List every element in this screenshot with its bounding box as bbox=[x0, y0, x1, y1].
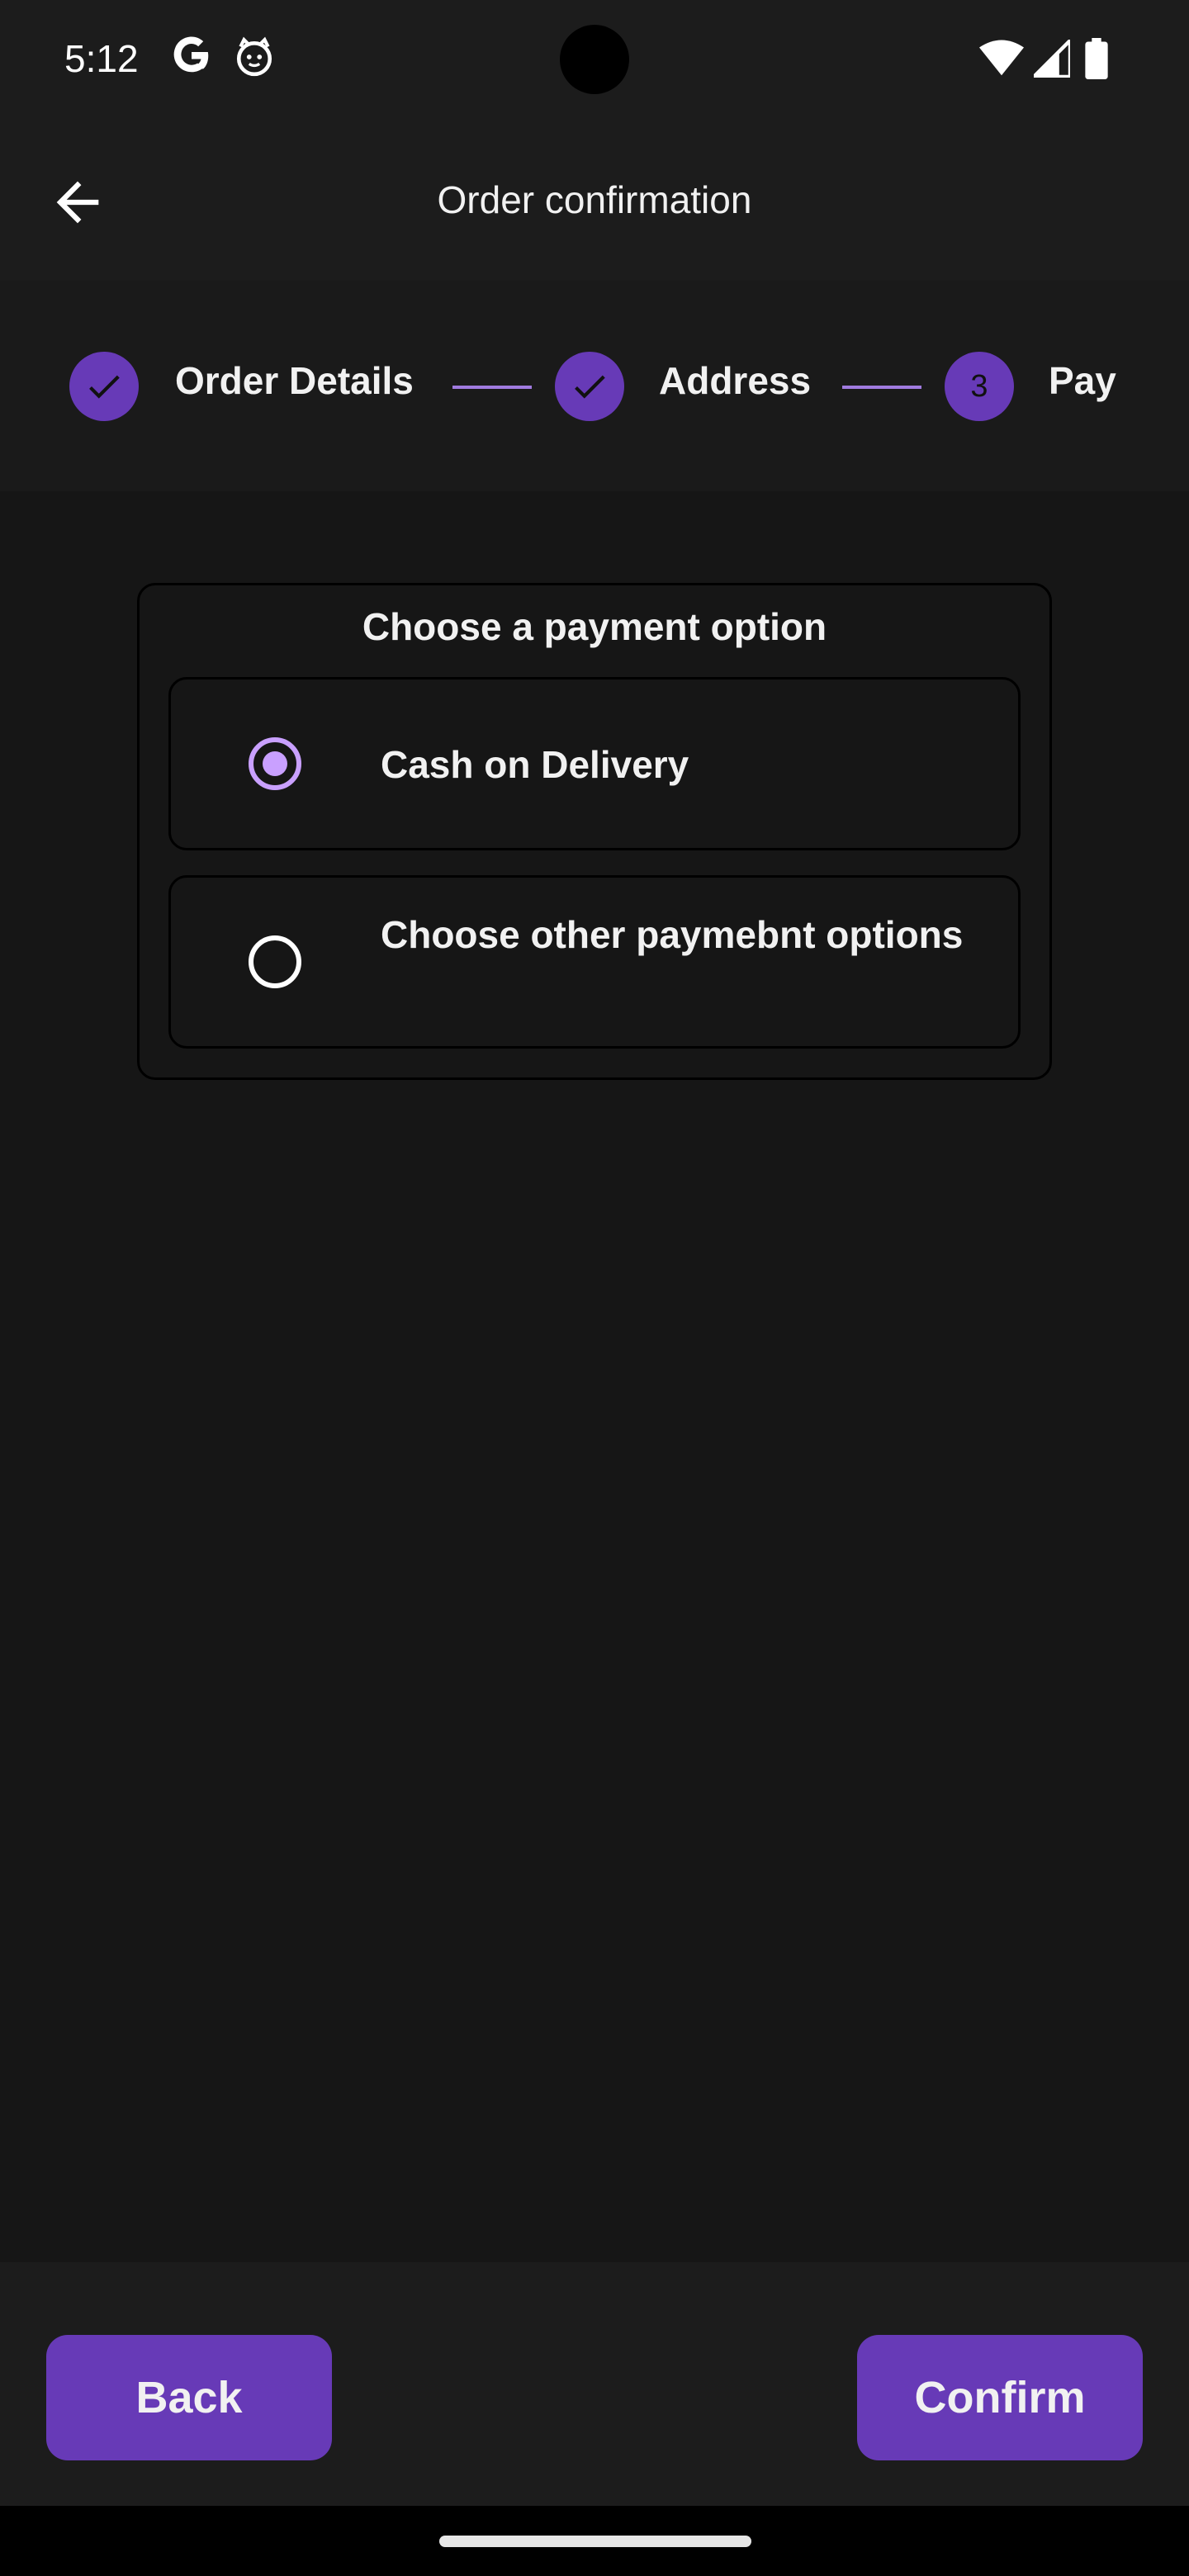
step-address-indicator bbox=[555, 352, 624, 421]
payment-option-label: Choose other paymebnt options bbox=[381, 913, 964, 956]
step-connector bbox=[842, 386, 921, 389]
app-bar: Order confirmation bbox=[0, 120, 1189, 281]
back-button[interactable]: Back bbox=[46, 2335, 332, 2460]
step-pay-label: Pay bbox=[1049, 359, 1116, 402]
front-camera-cutout bbox=[560, 25, 629, 94]
step-number: 3 bbox=[970, 368, 988, 404]
home-indicator[interactable] bbox=[439, 2536, 751, 2547]
cell-signal-icon bbox=[1034, 40, 1070, 78]
status-bar: 5:12 bbox=[0, 0, 1189, 120]
battery-icon bbox=[1085, 38, 1108, 79]
payment-option-other[interactable]: Choose other paymebnt options bbox=[168, 875, 1021, 1049]
google-g-icon bbox=[173, 36, 209, 73]
payment-option-label: Cash on Delivery bbox=[381, 743, 689, 786]
check-icon bbox=[575, 375, 605, 399]
confirm-button[interactable]: Confirm bbox=[857, 2335, 1143, 2460]
bottom-action-bar: Back Confirm bbox=[0, 2262, 1189, 2506]
check-icon bbox=[89, 375, 120, 399]
page-title: Order confirmation bbox=[437, 178, 752, 221]
system-navigation-area bbox=[0, 2506, 1189, 2576]
step-order-details-label: Order Details bbox=[175, 359, 414, 402]
radio-unselected-icon[interactable] bbox=[249, 935, 301, 988]
step-order-details-indicator bbox=[69, 352, 139, 421]
cat-face-icon bbox=[236, 36, 272, 77]
payment-options-title: Choose a payment option bbox=[362, 605, 827, 648]
step-address-label: Address bbox=[659, 359, 812, 402]
step-pay-indicator: 3 bbox=[945, 352, 1014, 421]
step-connector bbox=[452, 386, 532, 389]
checkout-stepper: Order Details Address 3 Pay bbox=[0, 281, 1189, 491]
wifi-icon bbox=[979, 40, 1024, 76]
radio-selected-icon[interactable] bbox=[249, 737, 301, 790]
status-time: 5:12 bbox=[64, 37, 139, 80]
payment-option-cash-on-delivery[interactable]: Cash on Delivery bbox=[168, 677, 1021, 850]
